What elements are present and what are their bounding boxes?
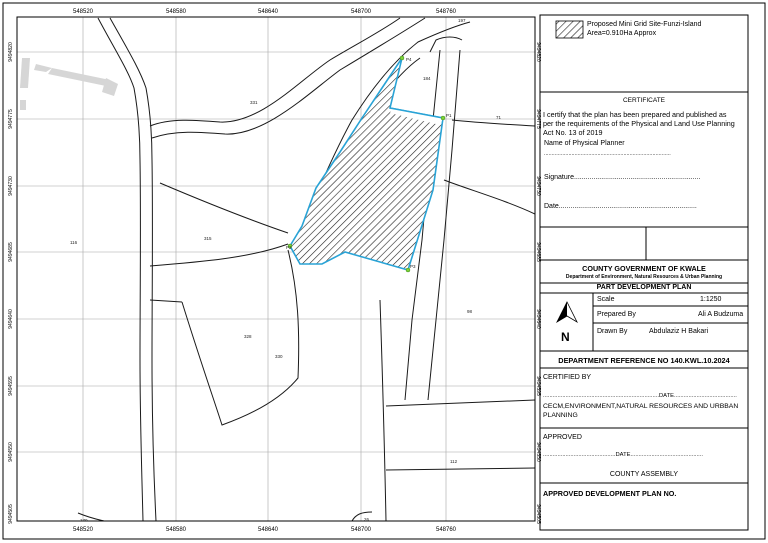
easting-label: 548640 (258, 9, 279, 15)
certificate-line-2: per the requirements of the Physical and… (543, 119, 735, 128)
department-name: Department of Environment, Natural Resou… (565, 274, 723, 280)
county-assembly: COUNTY ASSEMBLY (609, 471, 679, 478)
prepared-by-label: Prepared By (597, 311, 636, 318)
easting-label: 548700 (351, 527, 372, 533)
easting-labels-top: 548520 548580 548640 548700 548760 (73, 9, 457, 15)
parcel-number: 116 (70, 240, 78, 245)
map-border (16, 16, 536, 522)
parcel-number: 98 (467, 309, 473, 314)
easting-label: 548700 (351, 9, 372, 15)
easting-label: 548580 (166, 9, 187, 15)
cecm-line: CECM,ENVIRONMENT,NATURAL RESOURCES AND U… (543, 403, 739, 410)
coordinate-grid (17, 17, 535, 521)
development-plan-sheet: 197 184 71 331 315 116 328 330 98 112 17… (0, 0, 768, 543)
point-label: P2 (286, 245, 292, 250)
easting-label: 548760 (436, 9, 457, 15)
parcel-boundaries (77, 17, 535, 521)
county-government-title: COUNTY GOVERNMENT OF KWALE (582, 264, 706, 273)
point-label: P4 (406, 57, 412, 62)
scale-label: Scale (597, 296, 615, 303)
department-reference: DEPARTMENT REFERENCE NO 140.KWL.10.2024 (558, 356, 730, 365)
easting-label: 548760 (436, 527, 457, 533)
scale-value: 1:1250 (700, 296, 722, 303)
parcel-number: 197 (458, 18, 466, 23)
legend-line-1: Proposed Mini Grid Site-Funzi-Island (587, 21, 702, 28)
northing-label: 9494685 (8, 242, 14, 262)
easting-label: 548520 (73, 527, 94, 533)
certificate-line-3: Act No. 13 of 2019 (543, 128, 603, 137)
existing-structures (20, 58, 118, 110)
legend-hatch-swatch (555, 20, 584, 39)
parcel-number: 315 (204, 236, 212, 241)
north-arrow-icon (556, 301, 578, 324)
northing-label: 9494820 (8, 42, 14, 62)
legend-line-2: Area=0.910Ha Approx (587, 30, 657, 37)
approved-plan-number: APPROVED DEVELOPMENT PLAN NO. (543, 489, 677, 498)
northing-label: 9494640 (8, 309, 14, 329)
northing-label: 9494775 (8, 109, 14, 129)
point-label: P3 (410, 264, 416, 269)
certified-date-line: ........................................… (543, 393, 737, 399)
drawn-by-label: Drawn By (597, 328, 628, 335)
certificate-title: CERTIFICATE (622, 97, 665, 104)
parcel-number: 330 (275, 354, 283, 359)
drawn-by-value: Abdulaziz H Bakari (649, 328, 709, 335)
planning-line: PLANNING (543, 412, 578, 419)
approved-date-line: ........................................… (543, 452, 703, 458)
physical-planner-label: Name of Physical Planner (544, 140, 625, 147)
certificate-date-line: Date....................................… (544, 203, 697, 210)
physical-planner-dots: ........................................… (544, 151, 671, 157)
northing-label: 9494730 (8, 176, 14, 196)
prepared-by-value: Ali A Budzuma (698, 311, 744, 318)
proposed-site-polygon (289, 57, 444, 271)
point-label: P1 (446, 113, 452, 118)
northing-label: 9494505 (8, 504, 14, 524)
easting-label: 548640 (258, 527, 279, 533)
easting-label: 548520 (73, 9, 94, 15)
parcel-number: 331 (250, 100, 258, 105)
plan-title: PART DEVELOPMENT PLAN (596, 284, 692, 291)
certified-by-title: CERTIFIED BY (543, 374, 592, 381)
signature-line: Signature...............................… (544, 174, 701, 181)
parcel-number: 184 (423, 76, 431, 81)
approved-title: APPROVED (543, 434, 582, 441)
parcel-number: 112 (450, 459, 458, 464)
northing-label: 9494595 (8, 376, 14, 396)
easting-labels-bottom: 548520 548580 548640 548700 548760 (73, 527, 457, 533)
parcel-number: 71 (496, 115, 502, 120)
parcel-number: 328 (244, 334, 252, 339)
easting-label: 548580 (166, 527, 187, 533)
northing-label: 9494550 (8, 442, 14, 462)
certificate-line-1: I certify that the plan has been prepare… (543, 110, 727, 119)
northing-labels-left: 9494820 9494775 9494730 9494685 9494640 … (8, 42, 14, 524)
north-label: N (561, 330, 570, 344)
